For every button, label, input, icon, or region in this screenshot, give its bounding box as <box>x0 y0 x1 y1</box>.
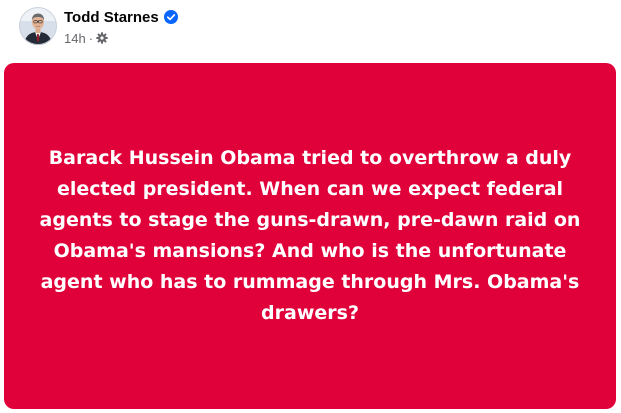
post-timestamp[interactable]: 14h <box>64 31 86 46</box>
author-row: Todd Starnes <box>64 7 178 27</box>
post-text-card[interactable]: Barack Hussein Obama tried to overthrow … <box>4 63 616 409</box>
verified-badge-icon <box>163 10 178 24</box>
meta-separator: · <box>88 30 94 46</box>
post-header: Todd Starnes 14h · <box>0 0 621 60</box>
author-avatar[interactable] <box>19 7 57 45</box>
post-body-text: Barack Hussein Obama tried to overthrow … <box>39 147 581 324</box>
profile-photo-icon <box>19 7 57 45</box>
post-meta: 14h · <box>64 30 108 46</box>
author-name[interactable]: Todd Starnes <box>64 9 159 26</box>
gear-icon[interactable] <box>96 32 108 44</box>
